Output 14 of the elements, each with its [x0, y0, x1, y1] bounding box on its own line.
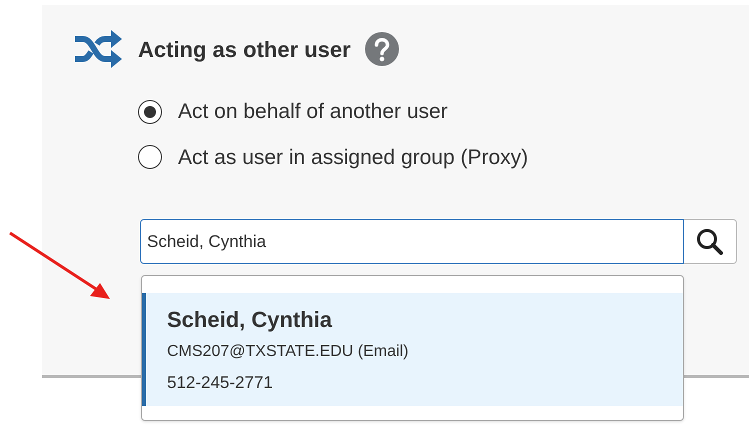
radio-label: Act as user in assigned group (Proxy) [178, 144, 528, 170]
user-email: CMS207@TXSTATE.EDU (Email) [167, 342, 410, 362]
user-name: Scheid, Cynthia [167, 306, 334, 334]
shuffle-icon [73, 30, 122, 68]
section-title: Acting as other user [138, 36, 351, 64]
search-button[interactable] [684, 219, 737, 264]
search-field[interactable]: Scheid, Cynthia [140, 219, 684, 264]
radio-label: Act on behalf of another user [178, 99, 448, 125]
result-item[interactable]: Scheid, Cynthia CMS207@TXSTATE.EDU (Email) 512-245-2771 [142, 293, 683, 406]
search-icon [696, 228, 724, 256]
help-icon[interactable] [364, 32, 399, 66]
radio-button[interactable] [138, 100, 162, 124]
user-phone: 512-245-2771 [167, 372, 274, 394]
radio-button[interactable] [138, 145, 162, 170]
